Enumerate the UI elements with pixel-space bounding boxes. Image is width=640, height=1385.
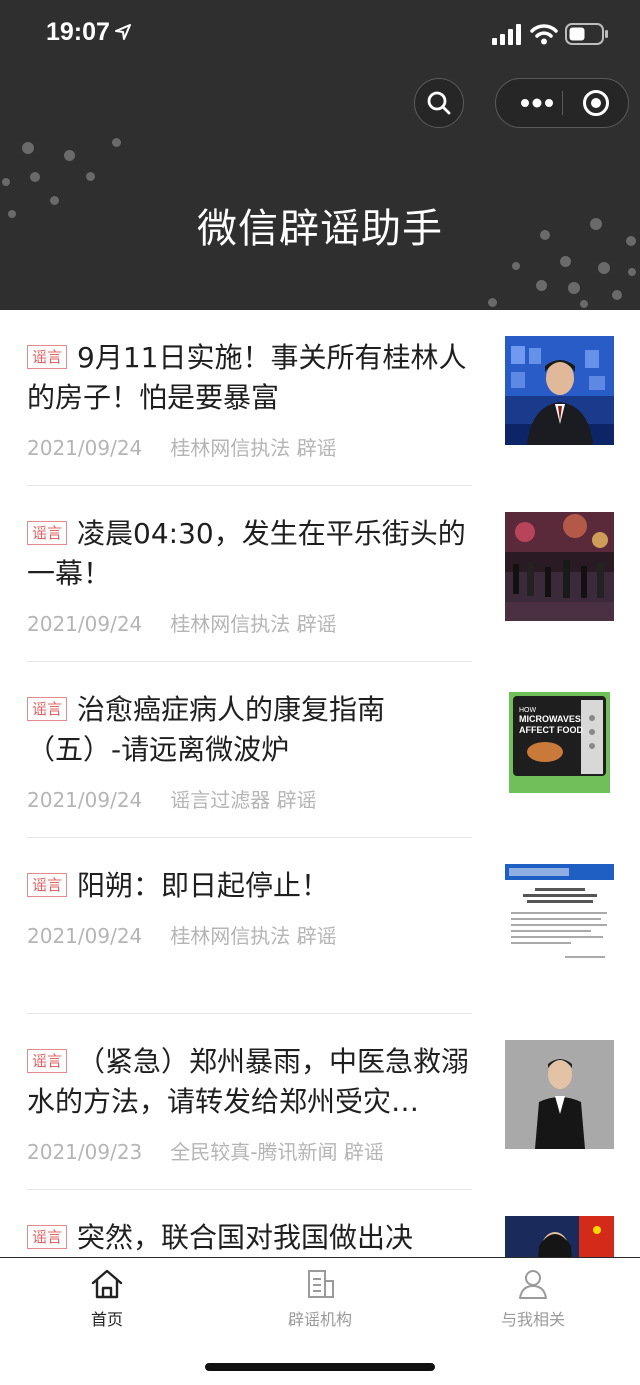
article-source: 谣言过滤器 辟谣 [170, 788, 317, 812]
page-title: 微信辟谣助手 [197, 206, 443, 252]
tab-label: 首页 [90, 1310, 123, 1329]
thumbnail-text: MICROWAVES [519, 714, 581, 724]
list-item[interactable]: 谣言 （紧急）郑州暴雨，中医急救溺水的方法，请转发给郑州受灾… 2021/09/2… [0, 1014, 640, 1190]
wifi-icon [530, 24, 558, 45]
more-button[interactable] [514, 79, 559, 126]
user-icon [519, 1270, 547, 1299]
article-thumbnail [505, 512, 614, 621]
article-source: 桂林网信执法 辟谣 [170, 436, 337, 460]
rumor-tag: 谣言 [27, 1049, 68, 1073]
thumbnail-text: HOW [519, 707, 537, 714]
list-item[interactable]: 谣言 阳朔：即日起停止！ 2021/09/24 桂林网信执法 辟谣 [0, 838, 640, 1014]
article-date: 2021/09/24 [27, 436, 143, 460]
list-item[interactable]: 谣言 凌晨04:30，发生在平乐街头的一幕！ 2021/09/24 桂林网信执法 辟… [0, 486, 640, 662]
tab-home[interactable]: 首页 [37, 1268, 177, 1330]
article-source: 全民较真-腾讯新闻 辟谣 [170, 1140, 384, 1164]
battery-icon [565, 23, 608, 45]
more-dots-icon [520, 98, 553, 107]
rumor-tag: 谣言 [27, 1225, 68, 1249]
article-title: 9月11日实施！事关所有桂林人的房子！怕是要暴富 [27, 341, 467, 414]
home-icon [91, 1269, 123, 1299]
rumor-tag: 谣言 [27, 521, 68, 545]
header: 19:07 微信辟谣助手 [0, 0, 640, 310]
article-title: 阳朔：即日起停止！ [77, 869, 330, 902]
rumor-tag: 谣言 [27, 697, 68, 721]
tab-agencies[interactable]: 辟谣机构 [250, 1268, 390, 1330]
article-source: 桂林网信执法 辟谣 [170, 612, 337, 636]
article-title: （紧急）郑州暴雨，中医急救溺水的方法，请转发给郑州受灾… [27, 1045, 470, 1118]
building-icon [308, 1270, 334, 1298]
tab-label: 与我相关 [500, 1310, 565, 1329]
list-item[interactable]: 谣言 治愈癌症病人的康复指南（五）-请远离微波炉 2021/09/24 谣言过滤器 … [0, 662, 640, 838]
status-time: 19:07 [46, 18, 110, 46]
article-title: 治愈癌症病人的康复指南（五）-请远离微波炉 [27, 693, 386, 766]
article-source: 桂林网信执法 辟谣 [170, 924, 337, 948]
article-date: 2021/09/24 [27, 612, 143, 636]
article-thumbnail [505, 1040, 614, 1149]
target-close-icon [583, 89, 609, 116]
cellular-signal-icon [492, 24, 521, 45]
article-title: 突然，联合国对我国做出决 [77, 1221, 414, 1254]
article-thumbnail: HOW MICROWAVES AFFECT FOOD [505, 688, 614, 797]
article-title: 凌晨04:30，发生在平乐街头的一幕！ [27, 517, 466, 590]
article-date: 2021/09/24 [27, 788, 143, 812]
tab-related-to-me[interactable]: 与我相关 [463, 1268, 603, 1330]
capsule-divider [562, 91, 563, 115]
thumbnail-text: AFFECT FOOD [519, 725, 583, 735]
home-indicator[interactable] [205, 1363, 435, 1371]
rumor-tag: 谣言 [27, 345, 68, 369]
article-date: 2021/09/24 [27, 924, 143, 948]
rumor-tag: 谣言 [27, 873, 68, 897]
close-miniprogram-button[interactable] [576, 79, 616, 126]
search-button[interactable] [414, 78, 464, 128]
miniprogram-capsule [495, 78, 629, 128]
location-arrow-icon [115, 24, 131, 40]
article-date: 2021/09/23 [27, 1140, 143, 1164]
article-thumbnail [505, 864, 614, 973]
status-bar: 19:07 [0, 0, 640, 70]
list-item[interactable]: 谣言 9月11日实施！事关所有桂林人的房子！怕是要暴富 2021/09/24 桂林网… [0, 310, 640, 486]
search-icon [427, 91, 451, 115]
article-thumbnail [505, 336, 614, 445]
tab-label: 辟谣机构 [287, 1310, 352, 1329]
